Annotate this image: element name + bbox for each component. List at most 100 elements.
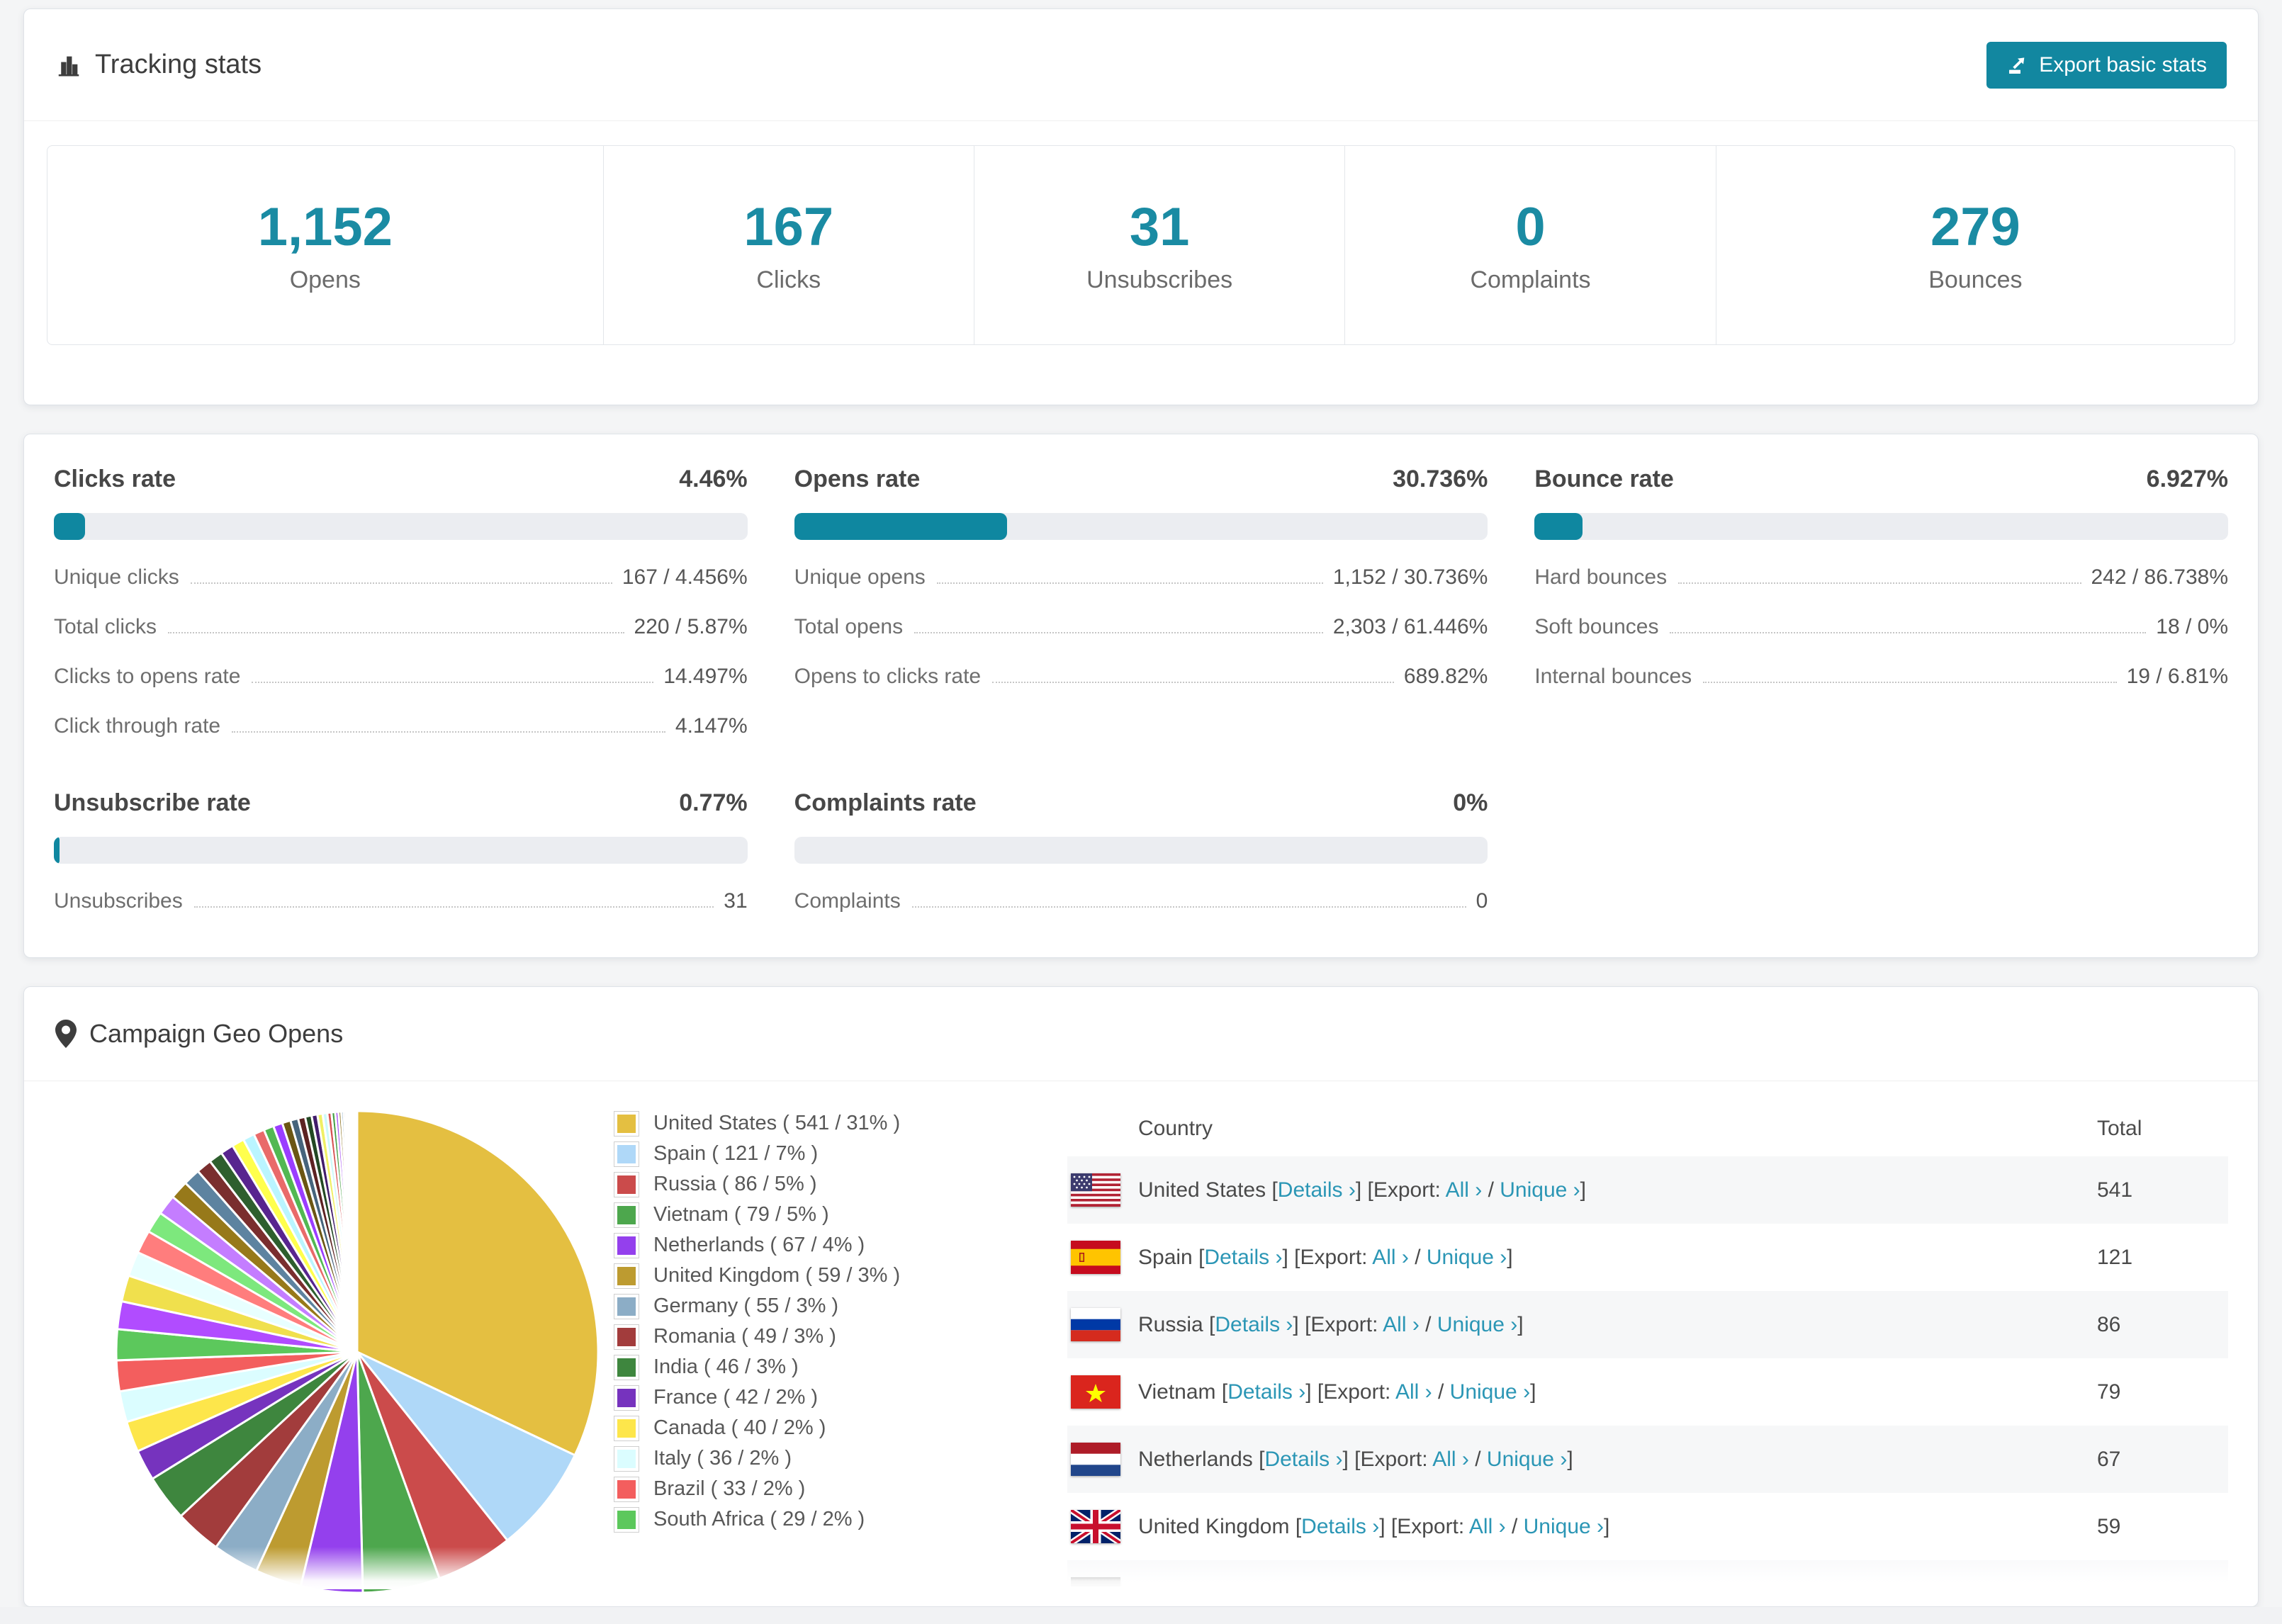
legend-item-germany: Germany ( 55 / 3% ) bbox=[614, 1291, 1039, 1321]
table-header-row: Country Total bbox=[1067, 1101, 2228, 1156]
details-link[interactable]: Details › bbox=[1204, 1246, 1282, 1269]
legend-item-france: France ( 42 / 2% ) bbox=[614, 1382, 1039, 1413]
export-unique-link[interactable]: Unique › bbox=[1524, 1515, 1604, 1538]
total-value: 86 bbox=[2097, 1312, 2121, 1336]
unsubscribe-rate-value: 0.77% bbox=[679, 789, 748, 816]
legend-swatch bbox=[614, 1385, 639, 1411]
table-row-partial bbox=[1067, 1560, 2228, 1586]
export-all-link[interactable]: All › bbox=[1446, 1178, 1483, 1202]
legend-item-romania: Romania ( 49 / 3% ) bbox=[614, 1321, 1039, 1352]
bounce-rate-block: Bounce rate 6.927% Hard bounces 242 / 86.… bbox=[1534, 466, 2228, 688]
summary-cell-clicks: 167 Clicks bbox=[604, 146, 974, 344]
legend-swatch bbox=[614, 1110, 639, 1137]
country-name: Spain bbox=[1138, 1245, 1193, 1269]
export-basic-stats-button[interactable]: Export basic stats bbox=[1986, 41, 2227, 89]
page-title: Tracking stats bbox=[95, 50, 262, 79]
opens-rate-title: Opens rate bbox=[794, 466, 921, 492]
flag-us-icon bbox=[1071, 1173, 1120, 1207]
legend-label: Italy ( 36 / 2% ) bbox=[653, 1447, 792, 1470]
clicks-rate-bar bbox=[54, 513, 748, 540]
complaints-rate-block: Complaints rate 0% Complaints 0 bbox=[794, 789, 1488, 913]
country-name: Vietnam bbox=[1138, 1380, 1216, 1404]
legend-label: Netherlands ( 67 / 4% ) bbox=[653, 1234, 865, 1256]
legend-label: Romania ( 49 / 3% ) bbox=[653, 1325, 836, 1348]
unsubscribe-rate-title: Unsubscribe rate bbox=[54, 789, 251, 816]
export-unique-link[interactable]: Unique › bbox=[1427, 1246, 1507, 1269]
export-all-link[interactable]: All › bbox=[1372, 1246, 1409, 1269]
clicks-count: 167 bbox=[743, 197, 834, 257]
country-name: Netherlands bbox=[1138, 1447, 1253, 1471]
legend-label: Spain ( 121 / 7% ) bbox=[653, 1142, 819, 1165]
table-row-netherlands: Netherlands [Details ›] [Export: All › /… bbox=[1067, 1426, 2228, 1493]
legend-item-south-africa: South Africa ( 29 / 2% ) bbox=[614, 1504, 1039, 1535]
legend-item-spain: Spain ( 121 / 7% ) bbox=[614, 1139, 1039, 1169]
total-value: 79 bbox=[2097, 1380, 2121, 1404]
complaints-rate-title: Complaints rate bbox=[794, 789, 977, 816]
total-value: 59 bbox=[2097, 1514, 2121, 1538]
export-all-link[interactable]: All › bbox=[1469, 1515, 1506, 1538]
summary-cell-opens: 1,152 Opens bbox=[47, 146, 604, 344]
legend-swatch bbox=[614, 1506, 639, 1533]
legend-label: United Kingdom ( 59 / 3% ) bbox=[653, 1264, 901, 1287]
details-link[interactable]: Details › bbox=[1215, 1313, 1293, 1336]
export-unique-link[interactable]: Unique › bbox=[1437, 1313, 1517, 1336]
legend-item-india: India ( 46 / 3% ) bbox=[614, 1352, 1039, 1382]
geo-pie-chart bbox=[115, 1110, 600, 1594]
clicks-rate-value: 4.46% bbox=[679, 466, 748, 492]
country-name: Russia bbox=[1138, 1312, 1203, 1336]
geo-table: Country Total United States [Details ›] … bbox=[1067, 1101, 2228, 1600]
rates-card: Clicks rate 4.46% Unique clicks 167 / 4.4… bbox=[23, 434, 2259, 958]
legend-item-united-kingdom: United Kingdom ( 59 / 3% ) bbox=[614, 1261, 1039, 1291]
flag-vn-icon bbox=[1071, 1375, 1120, 1409]
legend-swatch bbox=[614, 1263, 639, 1289]
export-unique-link[interactable]: Unique › bbox=[1450, 1380, 1530, 1404]
details-link[interactable]: Details › bbox=[1301, 1515, 1379, 1538]
legend-swatch bbox=[614, 1324, 639, 1350]
geo-pie-wrap bbox=[54, 1093, 614, 1600]
legend-item-italy: Italy ( 36 / 2% ) bbox=[614, 1443, 1039, 1474]
table-row-united-kingdom: United Kingdom [Details ›] [Export: All … bbox=[1067, 1493, 2228, 1560]
table-row-russia: Russia [Details ›] [Export: All › / Uniq… bbox=[1067, 1291, 2228, 1358]
bounce-rate-bar bbox=[1534, 513, 2228, 540]
legend-swatch bbox=[614, 1171, 639, 1197]
complaints-count: 0 bbox=[1515, 197, 1546, 257]
details-link[interactable]: Details › bbox=[1264, 1448, 1342, 1471]
clicks-rate-title: Clicks rate bbox=[54, 466, 176, 492]
legend-item-netherlands: Netherlands ( 67 / 4% ) bbox=[614, 1230, 1039, 1261]
geo-legend: United States ( 541 / 31% ) Spain ( 121 … bbox=[614, 1093, 1039, 1600]
export-icon bbox=[2009, 57, 2025, 74]
country-name: United States bbox=[1138, 1178, 1266, 1202]
legend-item-canada: Canada ( 40 / 2% ) bbox=[614, 1413, 1039, 1443]
unsubscribe-rate-block: Unsubscribe rate 0.77% Unsubscribes 31 bbox=[54, 789, 748, 913]
legend-item-brazil: Brazil ( 33 / 2% ) bbox=[614, 1474, 1039, 1504]
legend-swatch bbox=[614, 1415, 639, 1441]
summary-cell-complaints: 0 Complaints bbox=[1345, 146, 1716, 344]
flag-gb-icon bbox=[1071, 1510, 1120, 1543]
tracking-stats-header: Tracking stats Export basic stats bbox=[24, 9, 2258, 121]
total-value: 121 bbox=[2097, 1245, 2133, 1269]
details-link[interactable]: Details › bbox=[1278, 1178, 1356, 1202]
opens-rate-block: Opens rate 30.736% Unique opens 1,152 / 3… bbox=[794, 466, 1488, 688]
total-column-header: Total bbox=[2097, 1117, 2142, 1140]
opens-rate-bar bbox=[794, 513, 1488, 540]
table-row-vietnam: Vietnam [Details ›] [Export: All › / Uni… bbox=[1067, 1358, 2228, 1426]
flag-de-icon bbox=[1071, 1577, 1120, 1586]
export-all-link[interactable]: All › bbox=[1383, 1313, 1420, 1336]
legend-label: Russia ( 86 / 5% ) bbox=[653, 1173, 817, 1195]
flag-nl-icon bbox=[1071, 1443, 1120, 1476]
legend-item-united-states: United States ( 541 / 31% ) bbox=[614, 1108, 1039, 1139]
export-all-link[interactable]: All › bbox=[1395, 1380, 1432, 1404]
legend-swatch bbox=[614, 1141, 639, 1167]
details-link[interactable]: Details › bbox=[1227, 1380, 1305, 1404]
legend-label: United States ( 541 / 31% ) bbox=[653, 1112, 901, 1134]
export-unique-link[interactable]: Unique › bbox=[1500, 1178, 1580, 1202]
bounces-count: 279 bbox=[1930, 197, 2020, 257]
legend-label: Canada ( 40 / 2% ) bbox=[653, 1416, 826, 1439]
legend-label: Germany ( 55 / 3% ) bbox=[653, 1295, 839, 1317]
clicks-rate-block: Clicks rate 4.46% Unique clicks 167 / 4.4… bbox=[54, 466, 748, 738]
export-unique-link[interactable]: Unique › bbox=[1487, 1448, 1567, 1471]
export-all-link[interactable]: All › bbox=[1432, 1448, 1469, 1471]
legend-swatch bbox=[614, 1445, 639, 1472]
flag-es-icon bbox=[1071, 1241, 1120, 1274]
tracking-stats-card: Tracking stats Export basic stats 1,152 … bbox=[23, 9, 2259, 405]
